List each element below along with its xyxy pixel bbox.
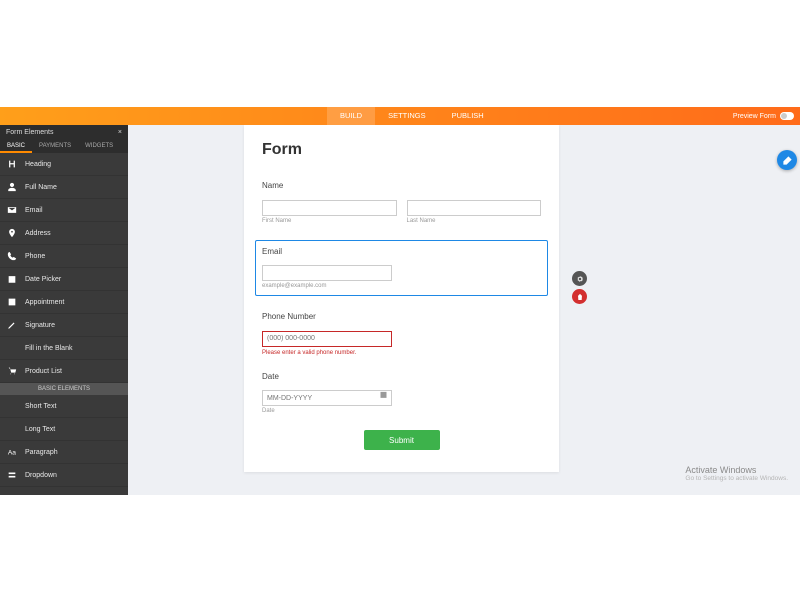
sidebar-title: Form Elements xyxy=(6,129,53,136)
sidebar-item-fullname[interactable]: Full Name xyxy=(0,176,128,199)
form-title: Form xyxy=(262,141,541,159)
toggle-icon xyxy=(780,112,794,120)
field-delete-button[interactable] xyxy=(572,289,587,304)
field-name: Name First Name Last Name xyxy=(262,181,541,224)
email-input[interactable] xyxy=(262,265,392,281)
pen-icon xyxy=(6,319,18,331)
windows-watermark: Activate Windows Go to Settings to activ… xyxy=(685,465,788,482)
tab-build[interactable]: BUILD xyxy=(327,107,375,125)
sidebar-tab-payments[interactable]: PAYMENTS xyxy=(32,139,78,153)
preview-toggle[interactable]: Preview Form xyxy=(733,107,794,125)
sidebar-item-datepicker[interactable]: Date Picker xyxy=(0,268,128,291)
user-icon xyxy=(6,181,18,193)
canvas: Form Name First Name Last Name Email exa… xyxy=(128,125,800,495)
sidebar-item-signature[interactable]: Signature xyxy=(0,314,128,337)
tab-publish[interactable]: PUBLISH xyxy=(439,107,497,125)
dropdown-icon xyxy=(6,469,18,481)
sidebar-item-shorttext[interactable]: Short Text xyxy=(0,395,128,418)
paragraph-icon: Aa xyxy=(6,446,18,458)
phone-input[interactable] xyxy=(262,331,392,347)
date-input[interactable] xyxy=(262,390,392,406)
shorttext-icon xyxy=(6,400,18,412)
blank-icon xyxy=(6,342,18,354)
svg-text:Aa: Aa xyxy=(8,450,16,457)
first-name-input[interactable] xyxy=(262,200,397,216)
sidebar-section: BASIC ELEMENTS xyxy=(0,383,128,395)
calendar-icon[interactable] xyxy=(379,390,388,399)
calendar-icon xyxy=(6,273,18,285)
heading-icon xyxy=(6,158,18,170)
pin-icon xyxy=(6,227,18,239)
sidebar-item-dropdown[interactable]: Dropdown xyxy=(0,464,128,487)
cart-icon xyxy=(6,365,18,377)
phone-error: Please enter a valid phone number. xyxy=(262,350,541,356)
top-nav: BUILD SETTINGS PUBLISH xyxy=(327,107,497,125)
longtext-icon xyxy=(6,423,18,435)
sidebar-item-longtext[interactable]: Long Text xyxy=(0,418,128,441)
submit-button[interactable]: Submit xyxy=(364,430,440,450)
sidebar-item-appointment[interactable]: Appointment xyxy=(0,291,128,314)
last-name-input[interactable] xyxy=(407,200,542,216)
field-email-selected[interactable]: Email example@example.com xyxy=(255,240,548,297)
sidebar-tab-basic[interactable]: BASIC xyxy=(0,139,32,153)
sidebar-tab-widgets[interactable]: WIDGETS xyxy=(78,139,120,153)
sidebar-item-fillblank[interactable]: Fill in the Blank xyxy=(0,337,128,360)
sidebar-item-paragraph[interactable]: AaParagraph xyxy=(0,441,128,464)
field-phone: Phone Number Please enter a valid phone … xyxy=(262,312,541,356)
close-icon[interactable]: × xyxy=(118,129,122,136)
form-card: Form Name First Name Last Name Email exa… xyxy=(244,125,559,472)
sidebar-item-address[interactable]: Address xyxy=(0,222,128,245)
field-date: Date Date xyxy=(262,372,541,415)
field-settings-button[interactable] xyxy=(572,271,587,286)
email-icon xyxy=(6,204,18,216)
tab-settings[interactable]: SETTINGS xyxy=(375,107,439,125)
clock-icon xyxy=(6,296,18,308)
sidebar-item-heading[interactable]: Heading xyxy=(0,153,128,176)
phone-icon xyxy=(6,250,18,262)
sidebar-item-email[interactable]: Email xyxy=(0,199,128,222)
sidebar: Form Elements × BASIC PAYMENTS WIDGETS H… xyxy=(0,125,128,495)
sidebar-item-phone[interactable]: Phone xyxy=(0,245,128,268)
sidebar-item-productlist[interactable]: Product List xyxy=(0,360,128,383)
help-fab[interactable] xyxy=(777,150,797,170)
